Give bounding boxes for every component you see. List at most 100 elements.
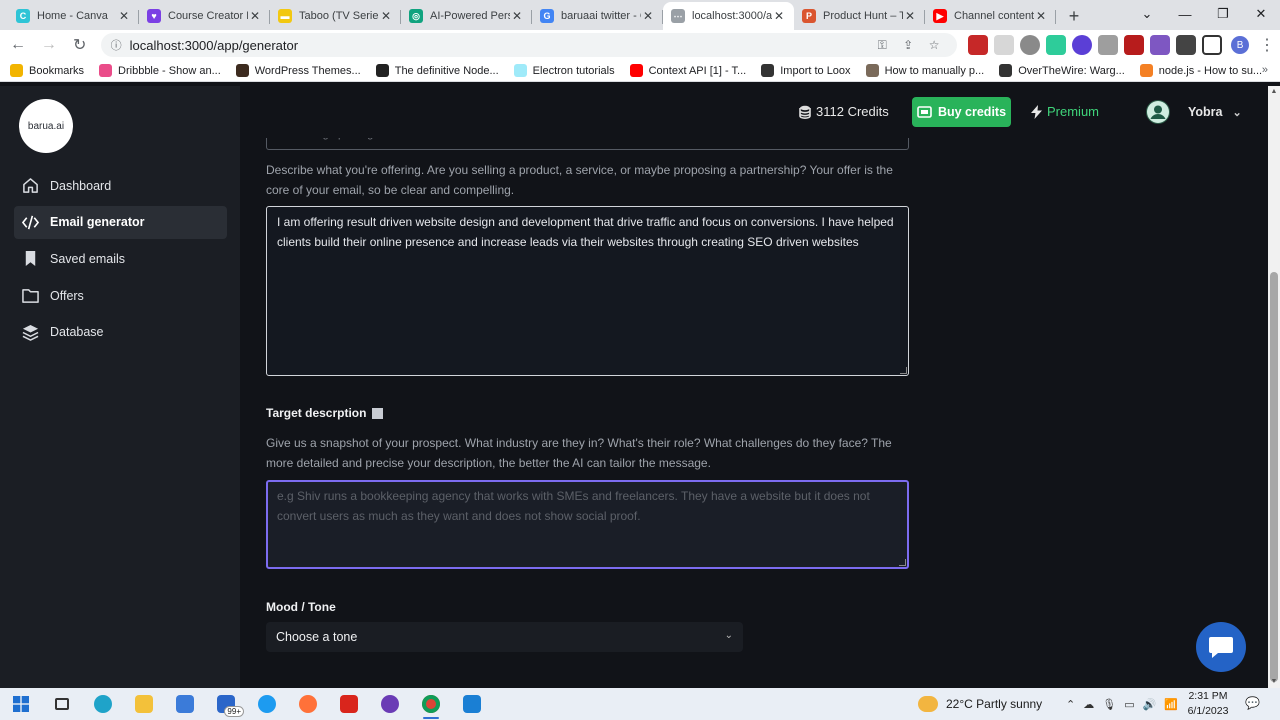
vscode-icon[interactable]: [451, 688, 492, 720]
browser-tab[interactable]: ◎ AI-Powered Perso✕: [401, 2, 532, 30]
new-tab-button[interactable]: +: [1060, 2, 1088, 30]
browser-tab[interactable]: ♥ Course Creator Lo✕: [139, 2, 270, 30]
bookmark-item[interactable]: The definitive Node...: [375, 64, 499, 77]
edge-icon[interactable]: [82, 688, 123, 720]
mail-icon[interactable]: 99+: [205, 688, 246, 720]
page-scrollbar[interactable]: ▲ ▼: [1268, 86, 1280, 688]
sidebar-item-email-generator[interactable]: Email generator: [14, 205, 227, 239]
store-icon[interactable]: [164, 688, 205, 720]
extension-icon[interactable]: [994, 35, 1015, 55]
browser-tab[interactable]: Gbaruaai twitter - G ✕: [532, 2, 663, 30]
partly-sunny-icon: [918, 696, 938, 712]
resize-handle[interactable]: [900, 367, 907, 374]
menu-icon[interactable]: ⋮: [1254, 32, 1280, 58]
sidebar-item-offers[interactable]: Offers: [14, 279, 227, 312]
tab-title: Product Hunt – T: [823, 10, 903, 22]
extension-icon[interactable]: [1020, 35, 1041, 55]
profile-avatar[interactable]: B: [1231, 36, 1250, 54]
offer-title-input[interactable]: Web design package: [266, 138, 909, 150]
user-menu[interactable]: Yobra ⌄: [1146, 100, 1242, 124]
bookmark-item[interactable]: OverTheWire: Warg...: [999, 64, 1125, 77]
bookmark-item[interactable]: Import to Loox: [761, 64, 851, 77]
notification-icon[interactable]: 💬: [1245, 696, 1260, 710]
close-tab-icon[interactable]: ✕: [117, 9, 131, 23]
extension-icon[interactable]: [1150, 35, 1171, 55]
premium-link[interactable]: Premium: [1031, 104, 1099, 119]
cloud-icon[interactable]: ☁: [1083, 698, 1094, 711]
volume-icon[interactable]: 🔊: [1143, 698, 1157, 711]
close-tab-icon[interactable]: ✕: [641, 9, 655, 23]
buy-credits-button[interactable]: Buy credits: [912, 97, 1011, 127]
sidebar-item-saved-emails[interactable]: Saved emails: [14, 242, 227, 275]
close-tab-icon[interactable]: ✕: [379, 9, 393, 23]
extension-icon[interactable]: [1072, 35, 1093, 55]
bookmark-item[interactable]: node.js - How to su...: [1139, 64, 1262, 77]
target-description-textarea[interactable]: e.g Shiv runs a bookkeeping agency that …: [266, 480, 909, 569]
close-tab-icon[interactable]: ✕: [1034, 9, 1048, 23]
bookmark-item[interactable]: WordPress Themes...: [235, 64, 361, 77]
browser-tab[interactable]: ▶ Channel content ✕: [925, 2, 1056, 30]
offer-textarea[interactable]: I am offering result driven website desi…: [266, 206, 909, 376]
system-tray: ⌃ ☁ 🎙 ▭ 🔊 📶: [1062, 688, 1182, 720]
close-window-button[interactable]: ✕: [1242, 0, 1280, 28]
sidebar-nav: Dashboard Email generator Saved emails Offe…: [14, 169, 227, 352]
close-tab-icon[interactable]: ✕: [772, 9, 786, 23]
twitter-icon[interactable]: [246, 688, 287, 720]
extension-icon[interactable]: [1098, 35, 1119, 55]
scroll-down-arrow[interactable]: ▼: [1268, 676, 1280, 688]
site-info-icon[interactable]: ⓘ: [111, 37, 122, 53]
chrome-icon[interactable]: [410, 688, 451, 720]
close-tab-icon[interactable]: ✕: [248, 9, 262, 23]
email-generator-form: Web design package Describe what you're …: [240, 138, 1268, 688]
key-icon[interactable]: ⚿: [869, 38, 895, 53]
bookmark-item[interactable]: Bookmarks: [10, 64, 84, 77]
bookmark-item[interactable]: How to manually p...: [865, 64, 984, 77]
microphone-icon[interactable]: 🎙: [1102, 698, 1116, 711]
browser-tab[interactable]: ▬ Taboo (TV Series ✕: [270, 2, 401, 30]
tone-label: Mood / Tone: [266, 600, 336, 614]
address-bar[interactable]: ⓘ localhost:3000/app/generator ⚿ ⇪ ☆: [100, 33, 958, 57]
extension-icon[interactable]: [1046, 35, 1067, 55]
battery-icon[interactable]: ▭: [1124, 698, 1134, 711]
browser-tab[interactable]: P Product Hunt – T ✕: [794, 2, 925, 30]
share-icon[interactable]: ⇪: [895, 38, 921, 52]
clock[interactable]: 2:31 PM 6/1/2023: [1182, 689, 1234, 719]
start-button[interactable]: [0, 688, 41, 720]
chat-widget-button[interactable]: [1196, 622, 1246, 672]
app-icon[interactable]: [369, 688, 410, 720]
forward-button[interactable]: →: [36, 32, 62, 58]
minimize-button[interactable]: —: [1166, 0, 1204, 28]
logo[interactable]: barua.ai: [19, 99, 73, 153]
browser-tab[interactable]: ⋯ localhost:3000/ap ✕: [663, 2, 794, 30]
close-tab-icon[interactable]: ✕: [510, 9, 524, 23]
show-hidden-icons[interactable]: ⌃: [1066, 698, 1075, 711]
back-button[interactable]: ←: [5, 32, 31, 58]
tone-select[interactable]: Choose a tone ⌄: [266, 622, 743, 652]
sidebar-item-dashboard[interactable]: Dashboard: [14, 169, 227, 202]
tab-search-icon[interactable]: ⌄: [1128, 0, 1166, 28]
scroll-up-arrow[interactable]: ▲: [1268, 86, 1280, 98]
bookmark-item[interactable]: Electron tutorials: [513, 64, 615, 77]
extension-icon[interactable]: [1124, 35, 1145, 55]
sidebar-item-database[interactable]: Database: [14, 316, 227, 349]
bookmark-item[interactable]: Dribbble - Show an...: [99, 64, 221, 77]
reload-button[interactable]: ↻: [67, 32, 93, 58]
resize-handle[interactable]: [899, 559, 906, 566]
maximize-button[interactable]: ❐: [1204, 0, 1242, 28]
close-tab-icon[interactable]: ✕: [903, 9, 917, 23]
sidepanel-icon[interactable]: [1202, 35, 1223, 55]
puzzle-icon[interactable]: [1176, 35, 1197, 55]
wps-icon[interactable]: [328, 688, 369, 720]
extension-icon[interactable]: [968, 35, 989, 55]
more-bookmarks-icon[interactable]: »: [1262, 64, 1268, 76]
star-icon[interactable]: ☆: [921, 38, 947, 52]
network-icon[interactable]: 📶: [1164, 698, 1178, 711]
weather-widget[interactable]: 22°C Partly sunny: [918, 688, 1042, 720]
browser-tab[interactable]: C Home - Canva ✕: [8, 2, 139, 30]
task-view-icon[interactable]: [41, 688, 82, 720]
target-placeholder: e.g Shiv runs a bookkeeping agency that …: [277, 489, 870, 523]
bookmark-item[interactable]: Context API [1] - T...: [629, 64, 746, 77]
firefox-icon[interactable]: [287, 688, 328, 720]
file-explorer-icon[interactable]: [123, 688, 164, 720]
scroll-thumb[interactable]: [1270, 272, 1278, 682]
